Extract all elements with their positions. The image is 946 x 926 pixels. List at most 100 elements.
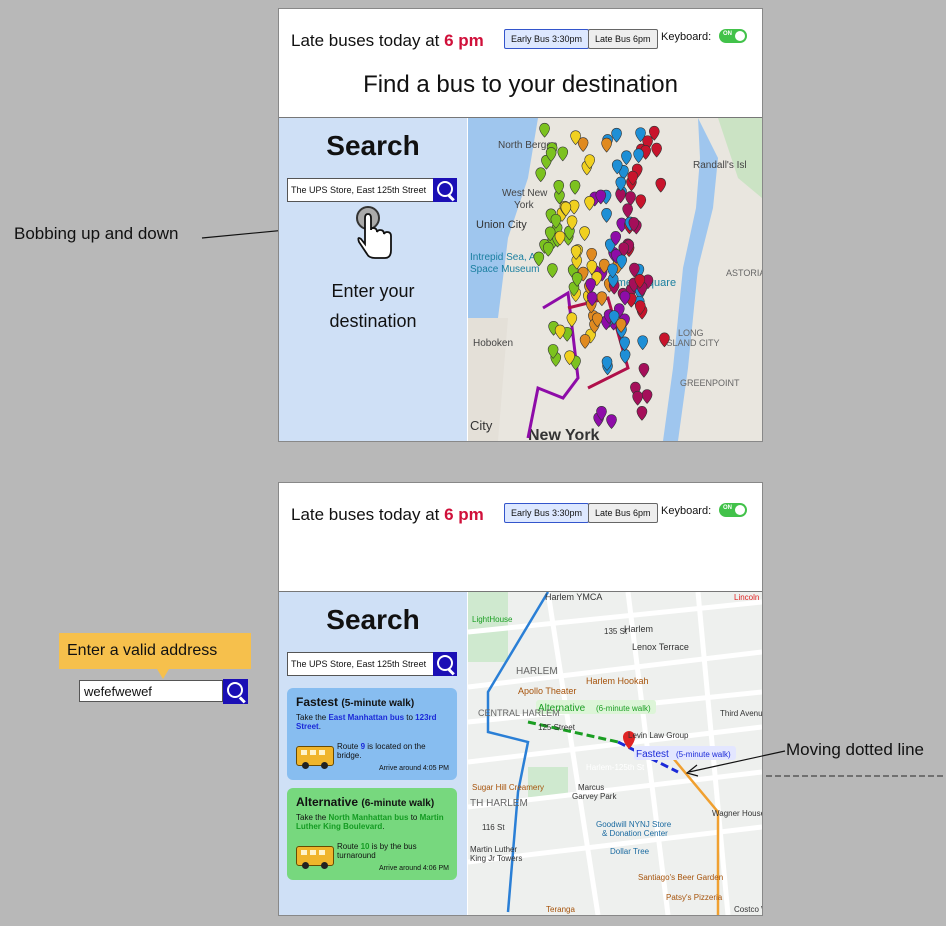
svg-text:Lincoln: Lincoln	[734, 593, 759, 602]
map-label-lic: LONG	[678, 328, 704, 338]
svg-text:Teranga: Teranga	[546, 905, 575, 914]
search-input[interactable]: The UPS Store, East 125th Street	[287, 178, 435, 202]
svg-text:Sugar Hill Creamery: Sugar Hill Creamery	[472, 783, 544, 792]
enter-destination-prompt: Enter your destination	[329, 281, 417, 331]
late-time-2: 6 pm	[444, 505, 484, 524]
toggle-on-label-2: ON	[723, 505, 732, 511]
svg-text:Dollar Tree: Dollar Tree	[610, 847, 650, 856]
map-label-west-new-york: West New	[502, 188, 548, 199]
svg-text:Wagner Houses: Wagner Houses	[712, 809, 762, 818]
toggle-on-label: ON	[723, 31, 732, 37]
svg-text:New York: New York	[528, 427, 600, 441]
alternative-route-card[interactable]: Alternative (6-minute walk) Take the Nor…	[287, 788, 457, 880]
late-bus-notice-2: Late buses today at 6 pm	[291, 505, 484, 524]
svg-text:116 St: 116 St	[482, 823, 505, 832]
keyboard-toggle-2[interactable]: ON	[719, 503, 747, 517]
fastest-arrival: Arrive around 4:05 PM	[378, 765, 449, 772]
svg-text:125 Street: 125 Street	[538, 723, 576, 732]
map-label-greenpoint: GREENPOINT	[680, 378, 740, 388]
fastest-route-info: Route 9 is located on the bridge.	[337, 742, 426, 760]
page-headline: Find a bus to your destination	[363, 71, 678, 98]
bobbing-annotation: Bobbing up and down	[14, 224, 179, 243]
svg-text:Garvey Park: Garvey Park	[572, 792, 617, 801]
late-time: 6 pm	[444, 31, 484, 50]
svg-text:Martin Luther: Martin Luther	[470, 845, 517, 854]
pointer-hand-icon	[356, 206, 392, 259]
svg-text:Harlem YMCA: Harlem YMCA	[545, 592, 602, 602]
search-box-2: The UPS Store, East 125th Street	[287, 652, 457, 676]
late-bus-notice: Late buses today at 6 pm	[291, 31, 484, 50]
toggle-knob-2	[735, 505, 745, 515]
search-icon-handle	[239, 696, 246, 704]
alternative-title: Alternative (6-minute walk)	[296, 795, 435, 809]
svg-text:Harlem Hookah: Harlem Hookah	[586, 676, 649, 686]
moving-line-annotation: Moving dotted line	[786, 740, 924, 759]
alternative-arrival: Arrive around 4:06 PM	[378, 865, 449, 872]
map-label-intrepid: Intrepid Sea, Air	[470, 252, 542, 263]
search-box: The UPS Store, East 125th Street	[287, 178, 457, 202]
map-label-hoboken: Hoboken	[473, 338, 513, 349]
keyboard-label-2: Keyboard:	[661, 505, 712, 517]
fastest-directions: Take the East Manhattan bus to 123rd Str…	[296, 713, 437, 731]
bottom-app-frame: Late buses today at 6 pm Early Bus 3:30p…	[278, 482, 763, 916]
map-label-astoria: ASTORIA	[726, 268, 762, 278]
late-bus-button-2[interactable]: Late Bus 6pm	[588, 503, 658, 523]
invalid-address-input[interactable]: wefefwewef	[79, 680, 223, 702]
svg-text:HARLEM: HARLEM	[516, 666, 558, 677]
late-bus-button[interactable]: Late Bus 6pm	[588, 29, 658, 49]
toggle-knob	[735, 31, 745, 41]
search-title: Search	[326, 130, 420, 161]
bus-icon	[296, 846, 334, 869]
bottom-header: Late buses today at 6 pm Early Bus 3:30p…	[279, 483, 762, 592]
svg-text:Santiago's Beer Garden: Santiago's Beer Garden	[638, 873, 723, 882]
svg-text:Space Museum: Space Museum	[470, 264, 539, 275]
svg-text:LightHouse: LightHouse	[472, 615, 513, 624]
fastest-title: Fastest (5-minute walk)	[296, 695, 415, 709]
svg-text:ISLAND CITY: ISLAND CITY	[664, 338, 720, 348]
invalid-address-tooltip: Enter a valid address	[59, 633, 251, 679]
svg-text:TH HARLEM: TH HARLEM	[470, 798, 528, 809]
top-app-frame: Late buses today at 6 pm Early Bus 3:30p…	[278, 8, 763, 442]
svg-text:York: York	[514, 200, 535, 211]
overview-map-canvas[interactable]: North Bergen West New York Union City In…	[468, 118, 762, 441]
svg-text:Levin Law Group: Levin Law Group	[628, 731, 689, 740]
svg-text:Harlem-125th St: Harlem-125th St	[586, 763, 645, 772]
svg-text:Harlem: Harlem	[624, 624, 653, 634]
svg-text:CENTRAL HARLEM: CENTRAL HARLEM	[478, 708, 560, 718]
keyboard-label: Keyboard:	[661, 31, 712, 43]
svg-text:Marcus: Marcus	[578, 783, 604, 792]
dotted-line-sample	[766, 775, 944, 777]
fast-route-label: Fastest	[636, 749, 669, 760]
map-label-union-city: Union City	[476, 219, 527, 231]
svg-text:Costco W: Costco W	[734, 905, 762, 914]
search-title-2: Search	[326, 604, 420, 635]
map-label-city: City	[470, 418, 493, 433]
invalid-search-button[interactable]	[223, 679, 248, 704]
svg-text:King Jr Towers: King Jr Towers	[470, 854, 522, 863]
search-sidebar: Search The UPS Store, East 125th Street …	[279, 118, 467, 441]
overview-map[interactable]: North Bergen West New York Union City In…	[468, 118, 762, 441]
search-icon-handle	[448, 194, 455, 202]
search-icon-handle	[448, 668, 455, 676]
svg-text:Goodwill NYNJ Store: Goodwill NYNJ Store	[596, 820, 672, 829]
bus-icon	[296, 746, 334, 769]
svg-text:Lenox Terrace: Lenox Terrace	[632, 642, 689, 652]
keyboard-toggle[interactable]: ON	[719, 29, 747, 43]
early-bus-button[interactable]: Early Bus 3:30pm	[504, 29, 590, 49]
alternative-directions: Take the North Manhattan bus to Martin L…	[296, 813, 444, 831]
search-input-2[interactable]: The UPS Store, East 125th Street	[287, 652, 435, 676]
early-bus-button-2[interactable]: Early Bus 3:30pm	[504, 503, 590, 523]
search-button[interactable]	[433, 178, 457, 202]
alternative-route-info: Route 10 is by the bus turnaround	[337, 842, 417, 860]
svg-text:135 St: 135 St	[604, 627, 628, 636]
svg-text:Apollo Theater: Apollo Theater	[518, 686, 576, 696]
svg-text:Patsy's Pizzeria: Patsy's Pizzeria	[666, 893, 723, 902]
search-button-2[interactable]	[433, 652, 457, 676]
top-header: Late buses today at 6 pm Early Bus 3:30p…	[279, 9, 762, 118]
svg-text:& Donation Center: & Donation Center	[602, 829, 668, 838]
map-label-randalls: Randall's Isl	[693, 160, 747, 171]
svg-text:(6-minute walk): (6-minute walk)	[596, 704, 651, 713]
results-sidebar: Search The UPS Store, East 125th Street …	[279, 592, 467, 915]
svg-text:Third Avenue Br: Third Avenue Br	[720, 709, 762, 718]
fastest-route-card[interactable]: Fastest (5-minute walk) Take the East Ma…	[287, 688, 457, 780]
